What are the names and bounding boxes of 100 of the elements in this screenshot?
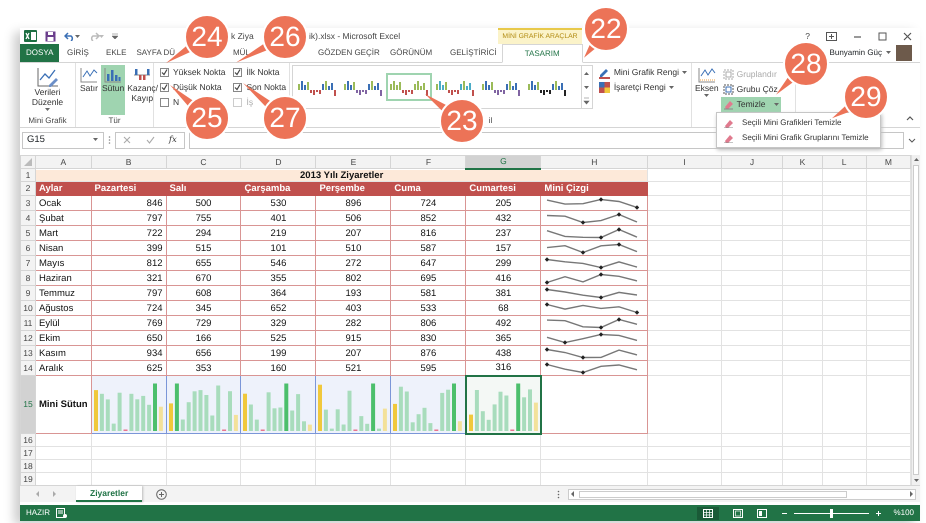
undo-icon[interactable]	[64, 31, 80, 41]
collapse-ribbon-icon[interactable]	[906, 115, 914, 121]
check-icon[interactable]	[146, 136, 155, 144]
checkbox[interactable]	[160, 83, 169, 92]
splitter-icon[interactable]	[557, 490, 560, 498]
row-header[interactable]: 16	[20, 434, 36, 446]
ribbon-tab[interactable]: GİRİŞ	[62, 44, 94, 62]
checkbox[interactable]	[233, 83, 242, 92]
checkbox[interactable]	[160, 98, 169, 107]
table-cell: 500	[166, 196, 241, 210]
close-icon[interactable]	[903, 32, 912, 40]
caret-icon	[45, 108, 50, 111]
table-cell: 237	[466, 226, 541, 240]
save-icon[interactable]	[45, 30, 56, 42]
row-header[interactable]: 11	[20, 316, 36, 330]
customize-caret-icon[interactable]	[112, 33, 118, 39]
row-header[interactable]: 12	[20, 330, 36, 346]
row-header[interactable]: 13	[20, 346, 36, 360]
row-header[interactable]: 3	[20, 196, 36, 210]
maximize-icon[interactable]	[878, 32, 887, 40]
column-header[interactable]: M	[866, 156, 910, 168]
macro-record-icon[interactable]	[56, 508, 67, 518]
row-header[interactable]: 17	[20, 446, 36, 460]
ribbon-tab[interactable]: GÖZDEN GEÇİR	[313, 44, 385, 62]
ribbon-tab[interactable]: GÖRÜNÜM	[385, 44, 438, 62]
checkbox[interactable]	[160, 68, 169, 77]
row-header[interactable]: 1	[20, 168, 36, 182]
edit-data-button[interactable]: Verileri Düzenle	[22, 65, 73, 115]
scroll-right-icon[interactable]	[907, 490, 915, 498]
column-header[interactable]: F	[390, 156, 466, 168]
row-header[interactable]: 18	[20, 460, 36, 472]
table-cell: 816	[390, 226, 466, 240]
add-sheet-icon[interactable]	[156, 488, 168, 500]
sheet-tab[interactable]: Ziyaretler	[76, 486, 142, 502]
ribbon-tab[interactable]: EKLE	[101, 44, 132, 62]
normal-view-button[interactable]	[696, 506, 719, 520]
sparkline-style-thumbnail[interactable]	[386, 73, 432, 101]
row-header[interactable]: 2	[20, 182, 36, 196]
zoom-slider-thumb[interactable]	[830, 508, 833, 518]
column-header[interactable]: H	[540, 156, 648, 168]
scroll-left-icon[interactable]	[569, 490, 577, 498]
zoom-level[interactable]: %100	[894, 507, 914, 519]
eraser-icon	[722, 99, 734, 110]
table-cell: 157	[466, 240, 541, 256]
column-header[interactable]: I	[648, 156, 722, 168]
row-header[interactable]: 15	[20, 376, 36, 434]
row-header[interactable]: 4	[20, 210, 36, 226]
caret-icon[interactable]	[886, 50, 892, 54]
row-header[interactable]: 5	[20, 226, 36, 240]
ribbon-tab[interactable]: GELİŞTİRİCİ	[445, 44, 502, 62]
table-cell: 438	[466, 346, 541, 360]
column-header[interactable]: C	[166, 156, 241, 168]
ribbon-tab[interactable]: TASARIM	[502, 44, 583, 63]
row-header[interactable]: 9	[20, 286, 36, 300]
sparkline-color-button[interactable]: Mini Grafik Rengi	[596, 65, 689, 80]
axis-button[interactable]: Eksen	[694, 65, 720, 115]
ungroup-button[interactable]: Grubu Çöz	[720, 82, 780, 97]
row-header[interactable]: 14	[20, 360, 36, 376]
row-label: Mini Sütun	[39, 399, 88, 410]
row-header[interactable]: 10	[20, 300, 36, 316]
clear-button[interactable]: Temizle	[720, 97, 782, 112]
column-heading: Salı	[166, 182, 241, 196]
checkbox[interactable]	[233, 68, 242, 77]
user-name[interactable]: Bunyamin Güç	[830, 46, 882, 58]
caret-icon[interactable]	[774, 103, 780, 106]
table-cell: 403	[316, 300, 391, 316]
column-header[interactable]: D	[240, 156, 316, 168]
file-tab[interactable]: DOSYA	[20, 44, 60, 62]
sparkline-type-button[interactable]: Kazanç/ Kayıp	[126, 65, 158, 115]
expand-icon[interactable]	[908, 138, 916, 142]
menu-item[interactable]: Seçili Mini Grafik Gruplarını Temizle	[717, 130, 880, 145]
sparkline-type-button[interactable]: Sütun	[101, 65, 126, 115]
row-header[interactable]: 8	[20, 270, 36, 286]
row-header[interactable]: 7	[20, 256, 36, 270]
column-header[interactable]: G	[466, 156, 541, 168]
caret-icon[interactable]	[93, 138, 99, 142]
grip-icon[interactable]	[108, 135, 111, 145]
column-header[interactable]: J	[721, 156, 783, 168]
group-label: Mini Grafik	[28, 115, 67, 127]
name-box[interactable]: G15	[22, 132, 104, 148]
table-cell: 207	[316, 346, 391, 360]
page-layout-icon[interactable]	[732, 508, 743, 518]
column-header[interactable]: B	[91, 156, 166, 168]
row-header[interactable]: 19	[20, 472, 36, 485]
help-button[interactable]: ?	[805, 30, 810, 42]
sparkline-type-button[interactable]: Satır	[78, 65, 100, 115]
column-header[interactable]: E	[316, 156, 391, 168]
vertical-scrollbar[interactable]	[911, 155, 920, 485]
column-header[interactable]: L	[822, 156, 866, 168]
insert-function-button[interactable]: fx	[168, 134, 177, 146]
style-gallery[interactable]	[292, 65, 593, 109]
horizontal-scrollbar[interactable]	[568, 488, 916, 500]
column-header[interactable]: A	[36, 156, 92, 168]
page-break-icon[interactable]	[756, 508, 767, 518]
ribbon-display-icon[interactable]	[826, 32, 837, 40]
zoom-in-icon[interactable]	[874, 510, 882, 516]
column-header[interactable]: K	[782, 156, 822, 168]
row-header[interactable]: 6	[20, 240, 36, 256]
marker-color-button[interactable]: İşaretçi Rengi	[596, 80, 689, 95]
table-cell: 670	[166, 270, 241, 286]
